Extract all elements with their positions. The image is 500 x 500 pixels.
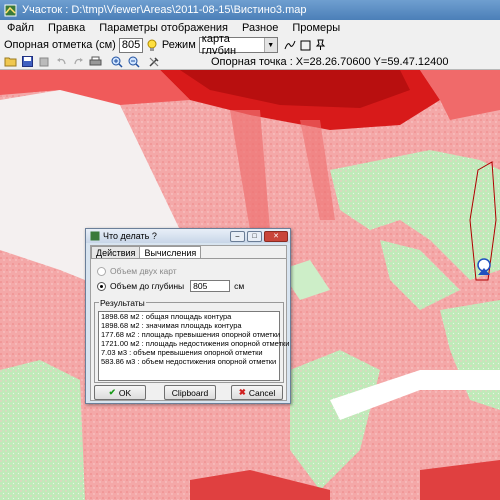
- what-to-do-dialog: Что делать ? – □ ✕ Действия Вычисления О…: [85, 228, 291, 404]
- menu-file[interactable]: Файл: [0, 22, 41, 34]
- depth-value-input[interactable]: 805: [190, 280, 231, 292]
- bulb-icon[interactable]: [146, 39, 158, 52]
- result-line: 583.86 м3 : объем недостижения опорной о…: [101, 357, 277, 366]
- print-icon[interactable]: [88, 55, 102, 68]
- depth-volume-option[interactable]: Объем до глубины 805 см: [97, 280, 286, 292]
- result-line: 1898.68 м2 : значимая площадь контура: [101, 321, 242, 330]
- mode-label: Режим: [161, 39, 196, 51]
- cancel-button[interactable]: ✖ Cancel: [231, 385, 283, 400]
- zoom-in-icon[interactable]: [110, 55, 124, 68]
- depth-unit-label: см: [234, 281, 245, 291]
- ref-level-label: Опорная отметка (см): [4, 39, 116, 51]
- minimize-icon[interactable]: –: [230, 230, 245, 242]
- dialog-body: Действия Вычисления Объем двух карт Объе…: [90, 245, 290, 401]
- save-icon[interactable]: [20, 55, 34, 68]
- stop-icon[interactable]: [37, 55, 51, 68]
- ok-button[interactable]: ✔ OK: [94, 385, 146, 400]
- toolbar: Опорная точка : X=28.26.70600 Y=59.47.12…: [0, 54, 500, 70]
- two-maps-volume-option[interactable]: Объем двух карт: [97, 265, 286, 277]
- dialog-app-icon: [90, 231, 100, 241]
- tab-calculations[interactable]: Вычисления: [139, 246, 202, 258]
- two-maps-label: Объем двух карт: [110, 266, 177, 276]
- zoom-out-icon[interactable]: [127, 55, 141, 68]
- dialog-tabs: Действия Вычисления: [91, 246, 286, 259]
- two-maps-radio[interactable]: [97, 266, 106, 276]
- ref-level-input[interactable]: [118, 37, 143, 53]
- result-line: 1721.00 м2 : площадь недостижения опорно…: [101, 339, 290, 348]
- depth-volume-label: Объем до глубины: [110, 281, 185, 291]
- menu-edit[interactable]: Правка: [41, 22, 92, 34]
- dialog-titlebar: Что делать ? – □ ✕: [86, 229, 290, 243]
- result-line: 1898.68 м2 : общая площадь контура: [101, 312, 232, 321]
- window-title: Участок : D:\tmp\Viewer\Areas\2011-08-15…: [22, 4, 307, 16]
- undo-icon[interactable]: [54, 55, 68, 68]
- window-titlebar: Участок : D:\tmp\Viewer\Areas\2011-08-15…: [0, 0, 500, 20]
- check-icon: ✔: [108, 387, 116, 397]
- curve-tool-icon[interactable]: [284, 39, 296, 51]
- open-folder-icon[interactable]: [3, 55, 17, 68]
- clipboard-button[interactable]: Clipboard: [164, 385, 216, 400]
- dialog-title: Что делать ?: [103, 231, 157, 241]
- cancel-x-icon: ✖: [238, 387, 246, 397]
- pin-tool-icon[interactable]: [315, 39, 326, 51]
- cancel-button-label: Cancel: [248, 387, 276, 398]
- clipboard-button-label: Clipboard: [171, 387, 209, 398]
- ok-button-label: OK: [118, 387, 132, 398]
- result-line: 7.03 м3 : объем превышения опорной отмет…: [101, 348, 263, 357]
- depth-volume-radio[interactable]: [97, 281, 106, 291]
- result-line: 177.68 м2 : площадь превышения опорной о…: [101, 330, 281, 339]
- app-icon: [3, 3, 17, 17]
- redo-icon[interactable]: [71, 55, 85, 68]
- tools-icon[interactable]: [147, 55, 161, 68]
- chevron-down-icon[interactable]: ▼: [263, 38, 277, 52]
- mode-select[interactable]: карта глубин ▼: [198, 33, 278, 57]
- results-label: Результаты: [99, 298, 146, 308]
- close-icon[interactable]: ✕: [264, 230, 288, 242]
- anchor-point-value: X=28.26.70600 Y=59.47.12400: [295, 55, 449, 68]
- square-tool-icon[interactable]: [300, 40, 311, 51]
- maximize-icon[interactable]: □: [247, 230, 262, 242]
- menu-soundings[interactable]: Промеры: [285, 22, 347, 34]
- anchor-point-label: Опорная точка :: [211, 55, 293, 68]
- results-textbox[interactable]: 1898.68 м2 : общая площадь контура 1898.…: [98, 311, 290, 381]
- options-bar: Опорная отметка (см) Режим карта глубин …: [0, 33, 500, 57]
- results-group: Результаты 1898.68 м2 : общая площадь ко…: [94, 298, 290, 383]
- tab-actions[interactable]: Действия: [91, 246, 141, 258]
